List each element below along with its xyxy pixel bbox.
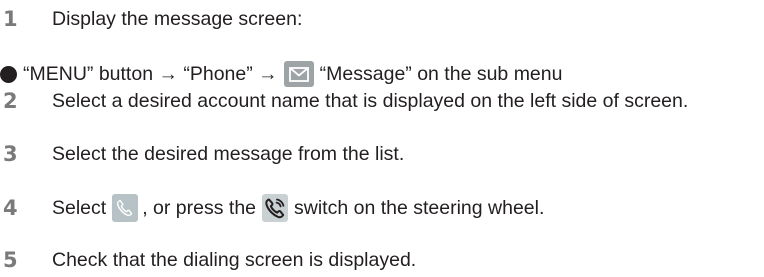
step-number: 3 [3, 142, 18, 166]
step-text: Display the message screen: [52, 7, 303, 30]
step-4-text-middle: , or press the [142, 196, 257, 219]
bullet-text-part1: “MENU” button → “Phone” → [23, 62, 278, 85]
step-2: 2 Select a desired account name that is … [0, 86, 764, 116]
phone-icon [112, 194, 139, 222]
step-5: 5 Check that the dialing screen is displ… [0, 245, 764, 275]
step-text: Select the desired message from the list… [52, 142, 405, 165]
step-4: 4 Select , or press the switch on the st… [0, 193, 764, 223]
step-3: 3 Select the desired message from the li… [0, 139, 764, 169]
step-1: 1 Display the message screen: [0, 4, 764, 34]
step-number: 1 [3, 7, 18, 31]
bullet-line: “MENU” button → “Phone” → “Message” on t… [0, 59, 764, 89]
step-number: 5 [3, 248, 18, 272]
step-number: 2 [3, 89, 18, 113]
phone-switch-icon [262, 194, 289, 222]
step-text: Check that the dialing screen is display… [52, 248, 417, 271]
bullet-dot [0, 65, 17, 83]
bullet-text: “MENU” button → “Phone” → “Message” on t… [23, 61, 562, 87]
envelope-icon [283, 61, 314, 87]
step-4-text-after: switch on the steering wheel. [294, 196, 545, 219]
step-text: Select a desired account name that is di… [52, 89, 689, 112]
step-number: 4 [3, 196, 18, 220]
step-4-text-before: Select [52, 196, 107, 219]
step-text: Select , or press the switch on the stee… [52, 194, 544, 222]
bullet-text-part2: “Message” on the sub menu [319, 62, 563, 85]
